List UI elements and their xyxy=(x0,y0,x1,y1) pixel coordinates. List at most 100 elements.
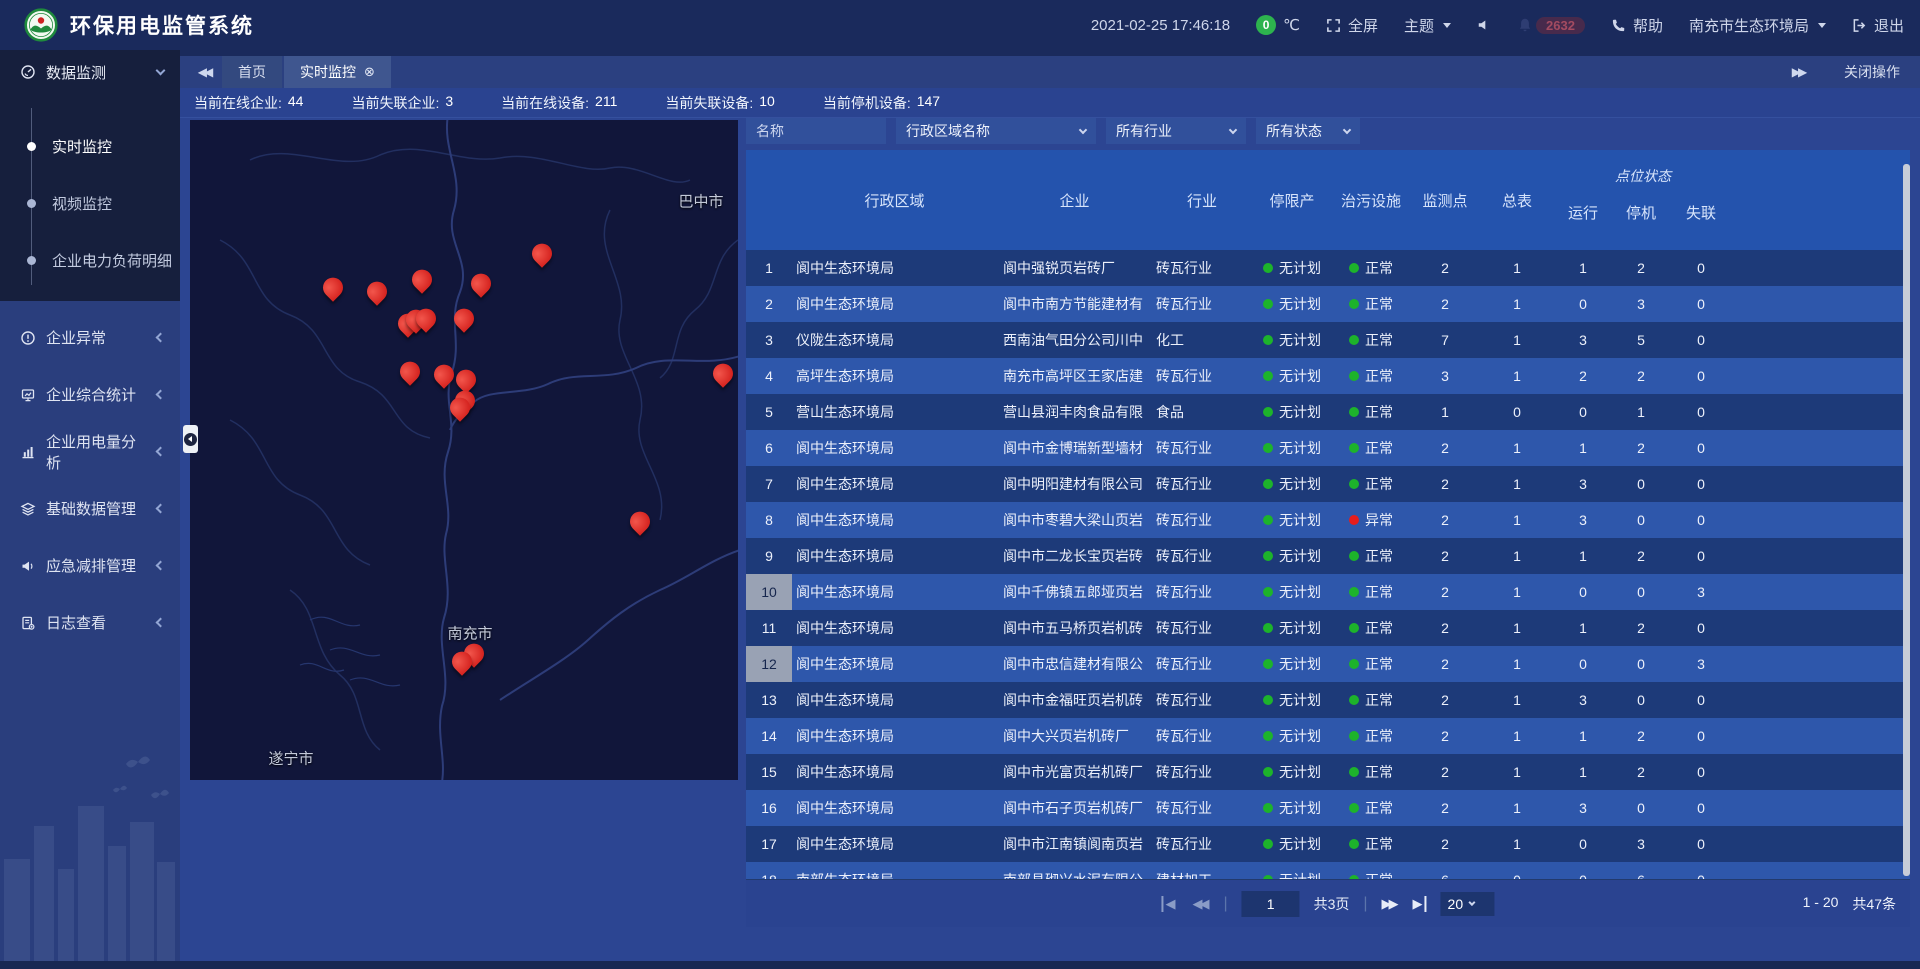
sidebar-item-emergency[interactable]: 应急减排管理 xyxy=(0,537,180,594)
logout-label: 退出 xyxy=(1874,15,1904,36)
bar-chart-icon xyxy=(20,444,36,460)
cell-run-count: 0 xyxy=(1554,286,1612,322)
chevron-left-icon xyxy=(156,618,166,628)
table-row[interactable]: 5 营山生态环境局 营山县润丰肉食品有限 食品 无计划 xyxy=(746,394,1910,430)
table-row[interactable]: 6 阆中生态环境局 阆中市金博瑞新型墙材 砖瓦行业 无计划 xyxy=(746,430,1910,466)
cell-run-count: 0 xyxy=(1554,646,1612,682)
table-row[interactable]: 16 阆中生态环境局 阆中市石子页岩机砖厂 砖瓦行业 无计划 xyxy=(746,790,1910,826)
cell-lost-count: 0 xyxy=(1670,538,1732,574)
header-point-status-group: 点位状态 运行 停机 失联 xyxy=(1554,150,1732,250)
table-row[interactable]: 15 阆中生态环境局 阆中市光富页岩机砖厂 砖瓦行业 无计划 xyxy=(746,754,1910,790)
filter-bar: 行政区域名称 所有行业 所有状态 xyxy=(746,118,1360,144)
submenu-dot-icon xyxy=(27,199,36,208)
last-page-button[interactable]: ▶ xyxy=(1413,896,1427,912)
sidebar-subitem[interactable]: 实时监控 xyxy=(0,118,180,175)
temperature-unit: ℃ xyxy=(1283,16,1300,34)
table-row[interactable]: 7 阆中生态环境局 阆中明阳建材有限公司 砖瓦行业 无计划 xyxy=(746,466,1910,502)
stop-status-dot-icon xyxy=(1263,335,1273,345)
table-row[interactable]: 10 阆中生态环境局 阆中千佛镇五郎垭页岩 砖瓦行业 无计划 xyxy=(746,574,1910,610)
map-panel[interactable]: 巴中市 南充市 遂宁市 xyxy=(190,120,738,780)
fullscreen-button[interactable]: 全屏 xyxy=(1326,15,1378,36)
cell-monitor-count: 3 xyxy=(1410,358,1480,394)
cell-stop-status: 无计划 xyxy=(1252,610,1332,646)
cell-company: 阆中千佛镇五郎垭页岩 xyxy=(997,574,1152,610)
facility-status-dot-icon xyxy=(1349,335,1359,345)
cell-halt-count: 0 xyxy=(1612,682,1670,718)
page-number-input[interactable]: 1 xyxy=(1242,891,1300,917)
cell-industry: 砖瓦行业 xyxy=(1152,430,1252,466)
sidebar-item-base-data[interactable]: 基础数据管理 xyxy=(0,480,180,537)
prev-page-button[interactable]: ◀◀ xyxy=(1192,896,1209,912)
table-row[interactable]: 14 阆中生态环境局 阆中大兴页岩机砖厂 砖瓦行业 无计划 xyxy=(746,718,1910,754)
first-page-button[interactable]: ◀ xyxy=(1161,896,1178,912)
cell-lost-count: 0 xyxy=(1670,790,1732,826)
tab-realtime-monitor[interactable]: 实时监控 ⊗ xyxy=(284,56,391,88)
table-scrollbar[interactable] xyxy=(1903,164,1910,876)
table-row[interactable]: 9 阆中生态环境局 阆中市二龙长宝页岩砖 砖瓦行业 无计划 xyxy=(746,538,1910,574)
sidebar-item-enterprise-stats[interactable]: 企业综合统计 xyxy=(0,366,180,423)
cell-lost-count: 0 xyxy=(1670,754,1732,790)
org-dropdown[interactable]: 南充市生态环境局 xyxy=(1689,15,1826,36)
cell-meter-count: 1 xyxy=(1480,538,1554,574)
table-row[interactable]: 12 阆中生态环境局 阆中市忠信建材有限公 砖瓦行业 无计划 xyxy=(746,646,1910,682)
sidebar-submenu: 实时监控 视频监控 企业电力负荷明细 xyxy=(0,94,180,301)
cell-industry: 砖瓦行业 xyxy=(1152,754,1252,790)
table-row[interactable]: 1 阆中生态环境局 阆中强锐页岩砖厂 砖瓦行业 无计划 xyxy=(746,250,1910,286)
cell-run-count: 1 xyxy=(1554,250,1612,286)
cell-index: 2 xyxy=(746,286,792,322)
table-row[interactable]: 11 阆中生态环境局 阆中市五马桥页岩机砖 砖瓦行业 无计划 xyxy=(746,610,1910,646)
table-row[interactable]: 3 仪陇生态环境局 西南油气田分公司川中 化工 无计划 xyxy=(746,322,1910,358)
sidebar-item-enterprise-anomaly[interactable]: 企业异常 xyxy=(0,309,180,366)
sidebar-subitem[interactable]: 视频监控 xyxy=(0,175,180,232)
tab-close-icon[interactable]: ⊗ xyxy=(364,64,375,80)
table-row[interactable]: 4 高坪生态环境局 南充市高坪区王家店建 砖瓦行业 无计划 xyxy=(746,358,1910,394)
sidebar-item-power-analysis[interactable]: 企业用电量分析 xyxy=(0,423,180,480)
cell-stop-status: 无计划 xyxy=(1252,358,1332,394)
name-filter-input[interactable] xyxy=(746,118,886,144)
cell-lost-count: 0 xyxy=(1670,610,1732,646)
cell-facility-status: 正常 xyxy=(1332,574,1410,610)
table-row[interactable]: 17 阆中生态环境局 阆中市江南镇阆南页岩 砖瓦行业 无计划 xyxy=(746,826,1910,862)
facility-status-label: 正常 xyxy=(1365,366,1393,386)
region-filter-select[interactable]: 行政区域名称 xyxy=(896,118,1096,144)
sidebar-item-data-monitor[interactable]: 数据监测 xyxy=(0,50,180,94)
stat-item: 当前失联设备: 10 xyxy=(665,93,774,113)
sidebar-collapse-button[interactable] xyxy=(183,425,198,453)
help-button[interactable]: 帮助 xyxy=(1611,15,1663,36)
theme-dropdown[interactable]: 主题 xyxy=(1404,15,1451,36)
tab-home-label: 首页 xyxy=(238,62,266,82)
header-company: 企业 xyxy=(997,150,1152,250)
stop-status-label: 无计划 xyxy=(1279,726,1321,746)
next-page-button[interactable]: ▶▶ xyxy=(1382,896,1399,912)
cell-lost-count: 0 xyxy=(1670,862,1732,879)
sidebar-item-logs[interactable]: 日志查看 xyxy=(0,594,180,651)
cell-region: 阆中生态环境局 xyxy=(792,718,997,754)
mute-button[interactable] xyxy=(1477,18,1491,32)
table-row[interactable]: 18 南部生态环境局 南部县砌兴水泥有限公 建材加工 无计划 xyxy=(746,862,1910,879)
cell-run-count: 1 xyxy=(1554,538,1612,574)
cell-monitor-count: 2 xyxy=(1410,718,1480,754)
stop-status-dot-icon xyxy=(1263,623,1273,633)
table-row[interactable]: 2 阆中生态环境局 阆中市南方节能建材有 砖瓦行业 无计划 xyxy=(746,286,1910,322)
cell-lost-count: 0 xyxy=(1670,394,1732,430)
cell-halt-count: 5 xyxy=(1612,322,1670,358)
industry-filter-select[interactable]: 所有行业 xyxy=(1106,118,1246,144)
log-document-icon xyxy=(20,615,36,631)
close-operations-button[interactable]: 关闭操作 xyxy=(1844,62,1900,82)
cell-industry: 食品 xyxy=(1152,394,1252,430)
status-filter-select[interactable]: 所有状态 xyxy=(1256,118,1360,144)
logout-button[interactable]: 退出 xyxy=(1852,15,1904,36)
brand: 环保用电监管系统 xyxy=(16,8,254,42)
sidebar-subitem[interactable]: 企业电力负荷明细 xyxy=(0,232,180,289)
tabs-scroll-right-button[interactable]: ▶▶ xyxy=(1780,65,1816,79)
table-row[interactable]: 8 阆中生态环境局 阆中市枣碧大梁山页岩 砖瓦行业 无计划 xyxy=(746,502,1910,538)
gauge-icon xyxy=(20,64,36,80)
notifications[interactable]: 2632 xyxy=(1517,17,1585,34)
facility-status-label: 正常 xyxy=(1365,654,1393,674)
layers-icon xyxy=(20,501,36,517)
tabs-scroll-left-button[interactable]: ◀◀ xyxy=(186,56,222,88)
tab-home[interactable]: 首页 xyxy=(222,56,282,88)
cell-industry: 砖瓦行业 xyxy=(1152,286,1252,322)
table-row[interactable]: 13 阆中生态环境局 阆中市金福旺页岩机砖 砖瓦行业 无计划 xyxy=(746,682,1910,718)
page-size-select[interactable]: 20 xyxy=(1441,892,1495,916)
